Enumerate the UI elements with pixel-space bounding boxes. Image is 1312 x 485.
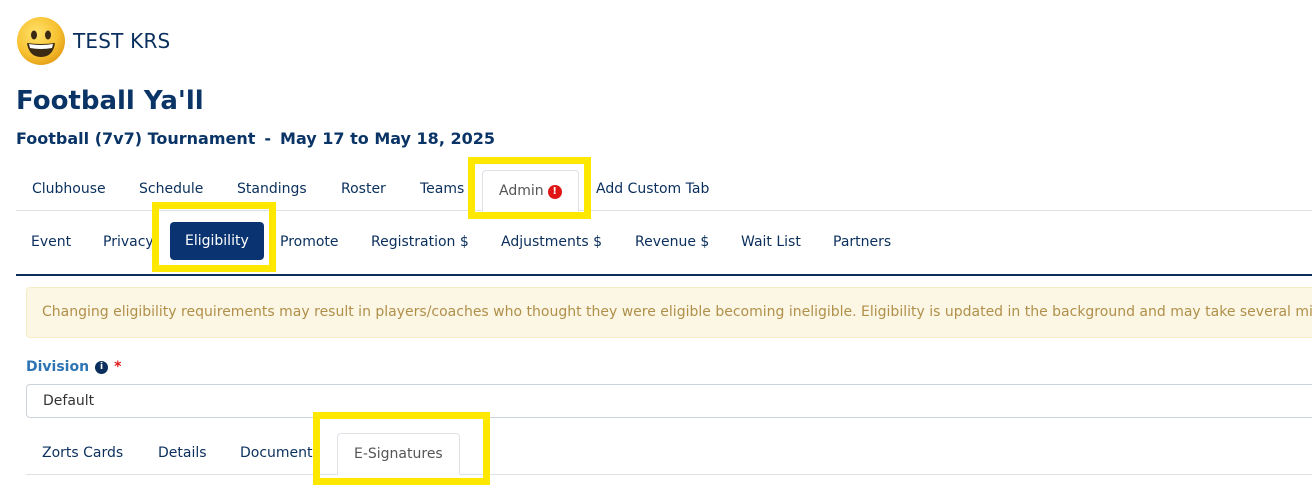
tab-label: Standings <box>237 181 307 197</box>
event-dates: May 17 to May 18, 2025 <box>280 129 495 148</box>
grinning-face-icon <box>16 16 66 66</box>
division-select[interactable]: Default <box>26 384 1312 418</box>
tab-teams[interactable]: Teams <box>404 168 480 211</box>
org-header: TEST KRS <box>16 16 170 66</box>
division-tabs: Zorts Cards Details Documents E-Signatur… <box>26 432 1312 475</box>
tab-label: Clubhouse <box>32 181 106 197</box>
main-tabs: Clubhouse Schedule Standings Roster Team… <box>16 168 1312 212</box>
tab-label: Schedule <box>139 181 204 197</box>
admin-subtabs: Event Privacy Eligibility Promote Regist… <box>16 218 1312 276</box>
required-marker: * <box>114 359 122 375</box>
tab-documents[interactable]: Documents <box>224 432 336 475</box>
tab-label: Details <box>158 445 207 461</box>
subtab-label: Eligibility <box>185 233 249 249</box>
tab-roster[interactable]: Roster <box>325 168 402 211</box>
subtab-adjustments[interactable]: Adjustments $ <box>486 223 617 261</box>
subtab-label: Promote <box>280 234 339 250</box>
subtab-label: Adjustments $ <box>501 234 603 250</box>
subtab-eligibility[interactable]: Eligibility <box>170 222 264 260</box>
subtab-registration[interactable]: Registration $ <box>356 223 484 261</box>
org-name[interactable]: TEST KRS <box>73 29 170 53</box>
subtitle-separator: - <box>264 129 272 148</box>
info-icon[interactable]: i <box>95 360 109 374</box>
subtab-label: Partners <box>833 234 892 250</box>
tab-schedule[interactable]: Schedule <box>123 168 219 211</box>
tab-label: Admin <box>499 183 544 199</box>
division-label-text: Division <box>26 359 90 375</box>
event-subtitle: Football (7v7) Tournament - May 17 to May … <box>16 129 495 148</box>
subtab-event[interactable]: Event <box>16 223 86 261</box>
division-label: Division i * <box>26 359 121 375</box>
tab-label: Roster <box>341 181 386 197</box>
tab-label: Teams <box>420 181 465 197</box>
subtab-label: Registration $ <box>371 234 469 250</box>
tab-label: Documents <box>240 445 320 461</box>
tab-add-custom[interactable]: Add Custom Tab <box>580 168 725 211</box>
subtab-wait-list[interactable]: Wait List <box>726 223 816 261</box>
subtab-label: Revenue $ <box>635 234 710 250</box>
eligibility-warning: Changing eligibility requirements may re… <box>26 287 1312 338</box>
subtab-label: Wait List <box>741 234 801 250</box>
tab-label: Zorts Cards <box>42 445 124 461</box>
subtab-label: Privacy <box>103 234 154 250</box>
event-sport: Football (7v7) Tournament <box>16 129 256 148</box>
exclamation-circle-icon: ! <box>547 185 562 199</box>
tab-details[interactable]: Details <box>142 432 223 475</box>
tab-admin[interactable]: Admin! <box>482 170 579 212</box>
subtab-privacy[interactable]: Privacy <box>88 223 169 261</box>
subtab-revenue[interactable]: Revenue $ <box>620 223 724 261</box>
page-title: Football Ya'll <box>16 86 204 116</box>
tab-e-signatures[interactable]: E-Signatures <box>337 433 460 475</box>
subtab-label: Event <box>31 234 72 250</box>
tab-standings[interactable]: Standings <box>221 168 323 211</box>
subtab-promote[interactable]: Promote <box>265 223 354 261</box>
tab-zorts-cards[interactable]: Zorts Cards <box>26 432 139 475</box>
tab-label: Add Custom Tab <box>596 181 710 197</box>
tab-clubhouse[interactable]: Clubhouse <box>16 168 122 211</box>
tab-label: E-Signatures <box>354 446 443 462</box>
subtab-partners[interactable]: Partners <box>818 223 906 261</box>
